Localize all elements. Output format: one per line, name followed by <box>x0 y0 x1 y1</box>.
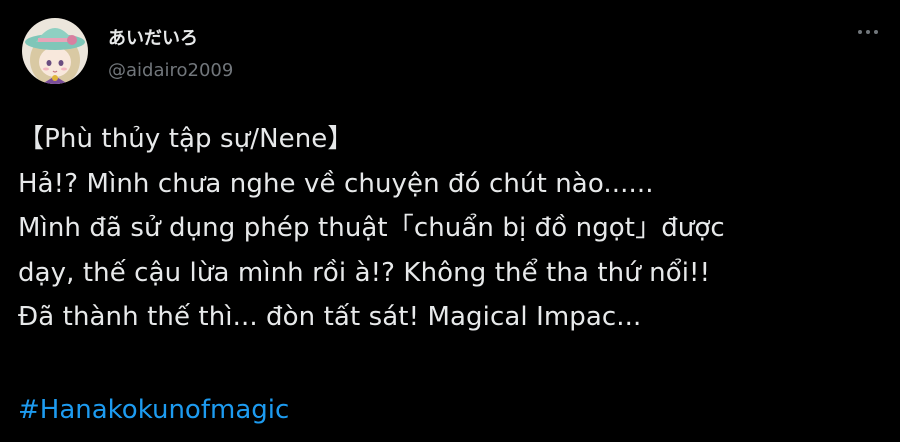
tweet-text-line: Đã thành thế thì... đòn tất sát! Magical… <box>18 302 642 332</box>
avatar[interactable] <box>22 18 88 84</box>
avatar-icon <box>22 18 88 84</box>
more-options-button[interactable] <box>854 22 882 42</box>
tweet-text: 【Phù thủy tập sự/Nene】 Hả!? Mình chưa ng… <box>18 117 888 340</box>
hashtag-link[interactable]: #Hanakokunofmagic <box>18 390 289 430</box>
tweet-text-line: Mình đã sử dụng phép thuật「chuẩn bị đồ n… <box>18 213 725 243</box>
more-dots-icon <box>874 30 878 34</box>
tweet-text-line: dạy, thế cậu lừa mình rồi à!? Không thể … <box>18 257 711 288</box>
tweet-card: あいだいろ @aidairo2009 【Phù thủy tập sự/Nene… <box>0 0 900 442</box>
more-dots-icon <box>858 30 862 34</box>
more-dots-icon <box>866 30 870 34</box>
user-handle[interactable]: @aidairo2009 <box>108 60 233 82</box>
display-name[interactable]: あいだいろ <box>108 28 198 50</box>
tweet-text-line: Hả!? Mình chưa nghe về chuyện đó chút nà… <box>18 168 654 199</box>
tweet-text-line: 【Phù thủy tập sự/Nene】 <box>18 124 354 154</box>
